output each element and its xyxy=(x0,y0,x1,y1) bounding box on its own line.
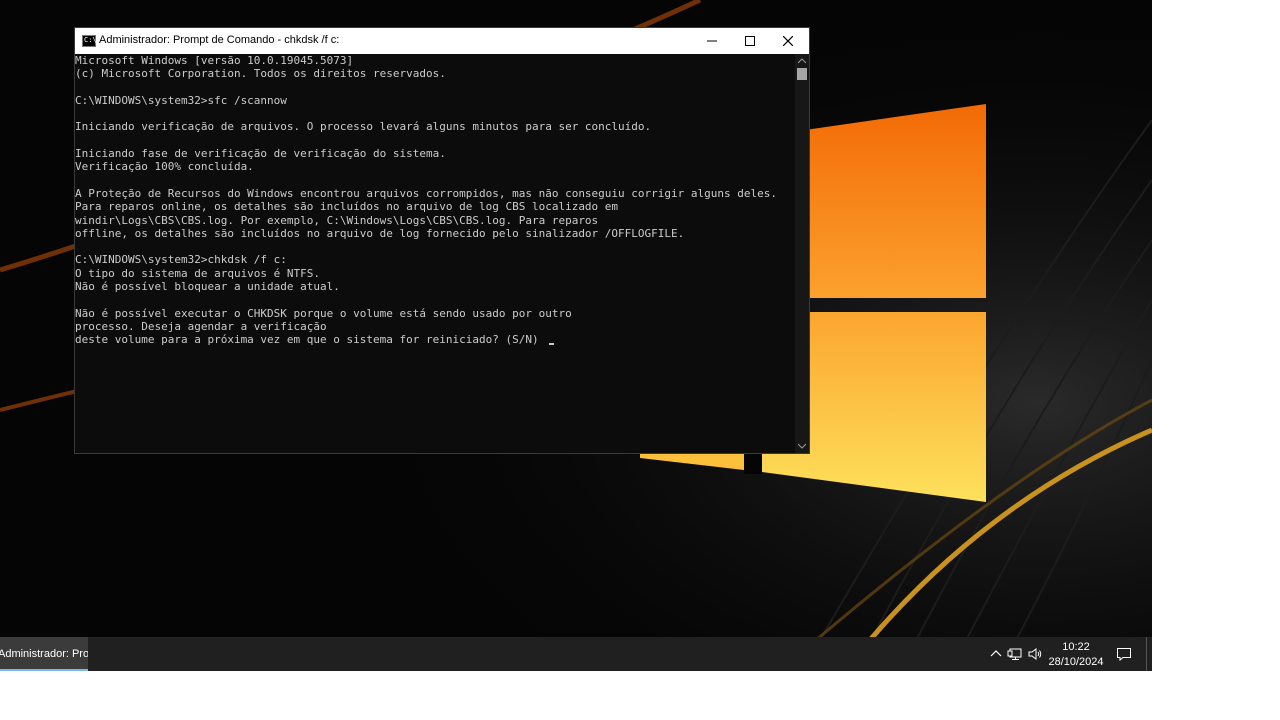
console-line: Microsoft Windows [versão 10.0.19045.507… xyxy=(75,54,354,67)
console-line: Iniciando fase de verificação de verific… xyxy=(75,147,446,161)
clock-date[interactable]: 28/10/2024 xyxy=(1048,656,1104,668)
command-prompt-window[interactable]: C:\ Administrador: Prompt de Comando - c… xyxy=(74,27,810,454)
console-line: offline, os detalhes são incluídos no ar… xyxy=(75,226,685,240)
console-line: windir\Logs\CBS\CBS.log. Por exemplo, C:… xyxy=(75,213,599,227)
close-button[interactable] xyxy=(769,28,807,54)
console-line: A Proteção de Recursos do Windows encont… xyxy=(75,186,777,200)
action-center-icon[interactable] xyxy=(1116,646,1132,662)
window-title: Administrador: Prompt de Comando - chkds… xyxy=(99,34,340,46)
text-cursor xyxy=(549,343,555,346)
console-line: O tipo do sistema de arquivos é NTFS. xyxy=(75,266,321,280)
network-icon[interactable] xyxy=(1007,646,1023,662)
console-line: Para reparos online, os detalhes são inc… xyxy=(75,200,619,214)
vertical-scrollbar[interactable] xyxy=(795,54,809,453)
taskbar: Administrador: Prompt de Comando 10:22 2… xyxy=(0,637,1152,671)
console-text: Microsoft Windows [versão 10.0.19045.507… xyxy=(75,54,796,347)
console-line: processo. Deseja agendar a verificação xyxy=(75,319,327,333)
volume-icon[interactable] xyxy=(1027,646,1043,662)
minimize-icon xyxy=(707,40,717,42)
console-line: Iniciando verificação de arquivos. O pro… xyxy=(75,120,652,134)
console-line: Verificação 100% concluída. xyxy=(75,160,254,174)
scroll-down-icon[interactable] xyxy=(798,443,806,449)
console-line: C:\WINDOWS\system32>sfc /scannow xyxy=(75,93,287,107)
title-bar[interactable]: C:\ Administrador: Prompt de Comando - c… xyxy=(75,28,809,54)
clock-time[interactable]: 10:22 xyxy=(1048,641,1104,653)
cmd-icon: C:\ xyxy=(82,35,97,47)
taskbar-item-command-prompt[interactable]: Administrador: Prompt de Comando xyxy=(0,637,88,671)
scroll-up-icon[interactable] xyxy=(798,58,806,64)
desktop: C:\ Administrador: Prompt de Comando - c… xyxy=(0,0,1152,671)
minimize-button[interactable] xyxy=(693,28,731,54)
console-line: Não é possível executar o CHKDSK porque … xyxy=(75,306,572,320)
chevron-up-icon[interactable] xyxy=(988,646,1004,662)
taskbar-item-label: Administrador: Prompt de Comando xyxy=(0,648,88,660)
close-icon xyxy=(783,36,793,46)
maximize-icon xyxy=(745,36,755,46)
console-line: Não é possível bloquear a unidade atual. xyxy=(75,280,340,294)
show-desktop-button[interactable] xyxy=(1146,637,1151,671)
console-output[interactable]: Microsoft Windows [versão 10.0.19045.507… xyxy=(75,54,796,453)
console-line: deste volume para a próxima vez em que o… xyxy=(75,333,546,347)
console-line: (c) Microsoft Corporation. Todos os dire… xyxy=(75,67,446,81)
maximize-button[interactable] xyxy=(731,28,769,54)
scroll-thumb[interactable] xyxy=(797,68,807,80)
console-line: C:\WINDOWS\system32>chkdsk /f c: xyxy=(75,253,287,267)
